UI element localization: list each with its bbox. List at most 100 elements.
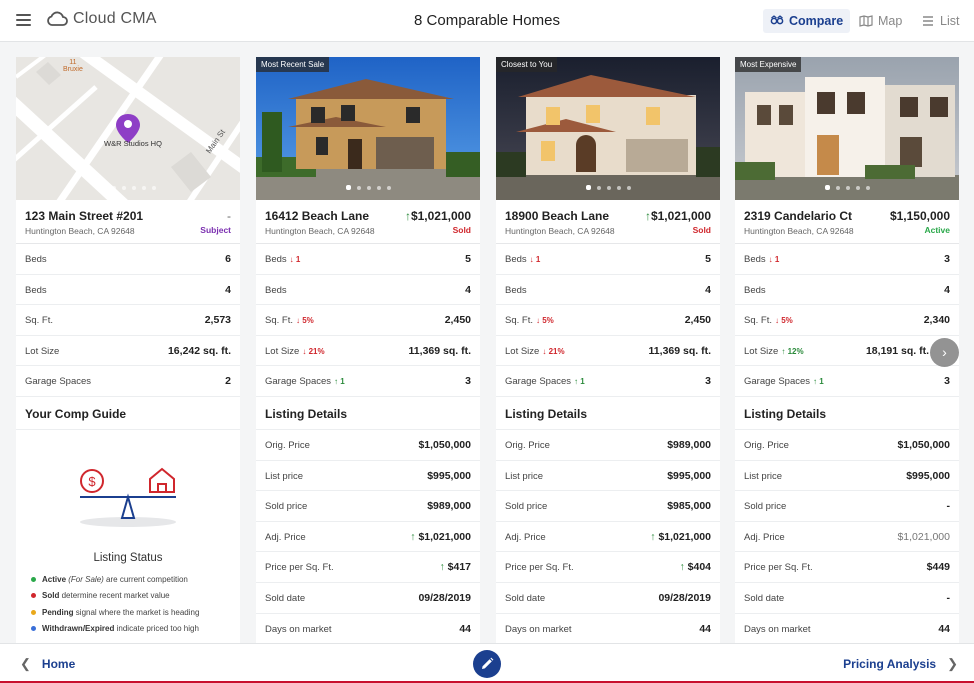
stat-delta: ↑ 1 <box>574 377 585 387</box>
comp-price-value: $1,021,000 <box>410 209 471 223</box>
detail-value-text: $417 <box>447 561 471 574</box>
detail-value-text: $1,021,000 <box>418 530 471 543</box>
photo-pagination[interactable] <box>256 177 480 195</box>
legend-text: signal where the market is heading <box>75 607 200 617</box>
stat-delta-value: 12% <box>787 346 804 356</box>
stat-value: 11,369 sq. ft. <box>648 344 711 357</box>
stat-delta: ↓ 1 <box>768 255 780 264</box>
subject-map[interactable]: 11 Bruxie W&R Studios HQ Main St <box>16 57 240 200</box>
map-view-button[interactable]: Map <box>852 9 909 33</box>
detail-label: List price <box>265 470 304 482</box>
detail-value: $995,000 <box>427 469 471 482</box>
detail-row: Price per Sq. Ft. $449 <box>735 552 959 583</box>
map-pin-label: W&R Studios HQ <box>104 139 162 148</box>
detail-row: List price $995,000 <box>735 461 959 492</box>
detail-row: List price $995,000 <box>496 461 720 492</box>
detail-row: Sold date - <box>735 583 959 614</box>
stat-delta-value: 1 <box>819 377 824 387</box>
detail-label: Sold price <box>744 501 787 513</box>
detail-row: Adj. Price ↑ $1,021,000 <box>256 522 480 553</box>
pricing-analysis-label: Pricing Analysis <box>843 657 937 671</box>
detail-value: 44 <box>699 622 711 635</box>
legend-text: are current competition <box>106 574 188 584</box>
compare-icon <box>770 15 784 25</box>
stat-label: Beds ↓ 1 <box>265 254 300 265</box>
stat-label-text: Beds <box>265 254 287 265</box>
stat-row: Lot Size 16,242 sq. ft. <box>16 336 240 367</box>
stat-delta: ↓ 21% <box>542 346 565 356</box>
stat-delta-value: 5% <box>302 316 314 326</box>
stat-delta-value: 1 <box>340 377 345 387</box>
stat-row: Lot Size ↑ 12% 18,191 sq. ft. <box>735 336 959 367</box>
bottom-bar: ❮ Home Pricing Analysis ❯ <box>0 643 974 683</box>
stat-row: Sq. Ft. ↓ 5% 2,450 <box>496 305 720 336</box>
stat-delta: ↓ 1 <box>289 255 301 264</box>
stat-row: Lot Size ↓ 21% 11,369 sq. ft. <box>256 336 480 367</box>
stat-label: Beds ↓ 1 <box>744 254 779 265</box>
legend-sold: Sold determine recent market value <box>31 591 199 607</box>
list-view-button[interactable]: List <box>914 9 966 33</box>
detail-value: 44 <box>459 622 471 635</box>
stat-value: 4 <box>225 283 231 296</box>
edit-button[interactable] <box>473 650 501 678</box>
detail-value: 09/28/2019 <box>418 591 471 604</box>
stat-label-text: Garage Spaces <box>265 376 332 388</box>
detail-label: Sold date <box>505 592 546 604</box>
comp-tag: Most Recent Sale <box>256 57 330 72</box>
stat-label: Beds <box>25 254 47 265</box>
stat-label-text: Beds <box>744 254 766 265</box>
detail-label: Days on market <box>505 623 572 635</box>
compare-view-button[interactable]: Compare <box>763 9 851 33</box>
comp-photo[interactable]: Closest to You <box>496 57 720 200</box>
subject-column: 11 Bruxie W&R Studios HQ Main St 123 Mai… <box>16 57 240 643</box>
photo-pagination[interactable] <box>735 177 959 195</box>
comp-column: Most Recent Sale 16412 Beach Lane Huntin… <box>256 57 480 643</box>
listing-details-title: Listing Details <box>256 397 480 430</box>
comp-city: Huntington Beach, CA 92648 <box>265 226 375 236</box>
detail-row: Price per Sq. Ft. ↑ $404 <box>496 552 720 583</box>
comp-photo[interactable]: Most Recent Sale <box>256 57 480 200</box>
map-poi-number: 11 <box>69 59 77 66</box>
scale-illustration: $ <box>80 467 176 527</box>
stat-label: Lot Size <box>25 345 60 357</box>
comp-status-badge: Sold <box>692 225 711 235</box>
stat-delta-value: 21% <box>308 346 325 356</box>
comp-header: 18900 Beach Lane Huntington Beach, CA 92… <box>496 200 720 244</box>
stat-value: 2 <box>225 375 231 388</box>
status-dot <box>31 576 36 582</box>
detail-label: List price <box>744 470 783 482</box>
comp-price: ↑$1,021,000 <box>645 209 711 223</box>
legend-term: Withdrawn/Expired <box>42 623 115 633</box>
comp-status-badge: Active <box>924 225 950 235</box>
stat-label: Beds <box>265 284 287 296</box>
photo-pagination[interactable] <box>496 177 720 195</box>
comp-photo[interactable]: Most Expensive <box>735 57 959 200</box>
stat-delta: ↓ 1 <box>529 255 541 264</box>
photo-pagination[interactable] <box>16 177 240 195</box>
stat-delta-value: 1 <box>774 255 780 264</box>
detail-row: Adj. Price ↑ $1,021,000 <box>496 522 720 553</box>
stat-label: Garage Spaces ↑ 1 <box>265 376 345 387</box>
stat-value: 4 <box>944 283 950 296</box>
detail-value: - <box>946 500 951 513</box>
legend-term: Active <box>42 574 67 584</box>
scroll-right-button[interactable]: › <box>930 338 959 367</box>
detail-value: $1,021,000 <box>897 530 950 543</box>
stat-delta-value: 1 <box>295 255 301 264</box>
stat-delta: ↓ 21% <box>302 346 325 356</box>
stat-row: Beds 6 <box>16 244 240 275</box>
comp-price: ↑$1,021,000 <box>405 209 471 223</box>
comp-status-badge: Sold <box>452 225 471 235</box>
detail-value: $985,000 <box>667 500 711 513</box>
detail-row: Sold price - <box>735 491 959 522</box>
stat-label: Garage Spaces <box>25 376 92 388</box>
stat-value: 2,340 <box>923 314 950 327</box>
pricing-analysis-nav-button[interactable]: Pricing Analysis ❯ <box>843 656 958 672</box>
detail-value: $1,050,000 <box>418 438 471 451</box>
stat-row: Beds ↓ 1 5 <box>256 244 480 275</box>
legend-active: Active (For Sale) are current competitio… <box>31 575 199 591</box>
detail-value: $989,000 <box>427 500 471 513</box>
detail-label: Adj. Price <box>505 531 546 543</box>
home-nav-button[interactable]: ❮ Home <box>20 656 75 672</box>
stat-value: 3 <box>705 375 711 388</box>
